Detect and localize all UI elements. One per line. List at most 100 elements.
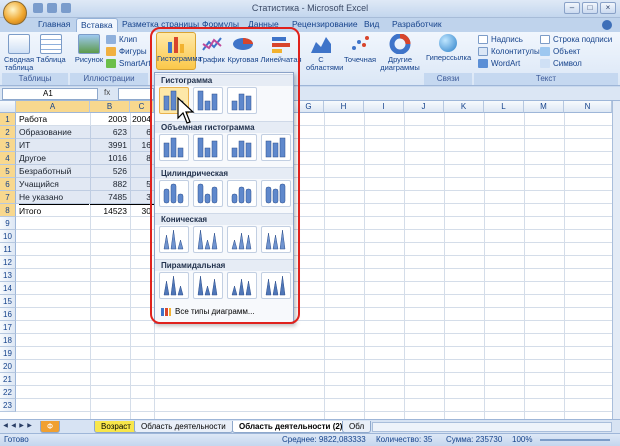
- column-header-a[interactable]: A: [16, 101, 90, 113]
- row-header[interactable]: 15: [0, 295, 16, 308]
- vertical-scrollbar[interactable]: [612, 101, 620, 419]
- row-header[interactable]: 17: [0, 321, 16, 334]
- pivot-table-button[interactable]: Сводная таблица: [4, 34, 34, 72]
- tab-formulas[interactable]: Формулы: [198, 18, 243, 32]
- tab-home[interactable]: Главная: [34, 18, 74, 32]
- office-button[interactable]: [3, 1, 27, 25]
- chart-thumbnail-pyr[interactable]: [159, 272, 189, 299]
- chart-thumbnail-pyr[interactable]: [193, 272, 223, 299]
- row-header[interactable]: 22: [0, 386, 16, 399]
- line-chart-button[interactable]: График: [198, 34, 226, 64]
- row-header[interactable]: 3: [0, 139, 16, 152]
- horizontal-scrollbar[interactable]: [372, 422, 612, 432]
- shapes-button[interactable]: Фигуры: [106, 46, 147, 57]
- next-sheet-icon[interactable]: ▶: [18, 422, 25, 431]
- close-button[interactable]: ×: [600, 2, 616, 14]
- wordart-button[interactable]: WordArt: [478, 58, 520, 69]
- column-header-c[interactable]: C: [130, 101, 154, 113]
- row-header[interactable]: 18: [0, 334, 16, 347]
- row-header[interactable]: 5: [0, 165, 16, 178]
- help-icon[interactable]: [602, 20, 612, 30]
- textbox-button[interactable]: Надпись: [478, 34, 523, 45]
- row-header[interactable]: 14: [0, 282, 16, 295]
- tab-data[interactable]: Данные: [244, 18, 283, 32]
- row-header[interactable]: 10: [0, 230, 16, 243]
- table-button[interactable]: Таблица: [36, 34, 66, 64]
- tab-page-layout[interactable]: Разметка страницы: [118, 18, 203, 32]
- column-header-j[interactable]: J: [404, 101, 444, 113]
- chart-thumbnail-box[interactable]: [227, 134, 257, 161]
- row-header[interactable]: 7: [0, 191, 16, 204]
- chart-thumbnail-cyl[interactable]: [159, 180, 189, 207]
- area-chart-button[interactable]: С областями: [306, 34, 343, 72]
- object-button[interactable]: Объект: [540, 46, 580, 57]
- maximize-button[interactable]: □: [582, 2, 598, 14]
- column-header-g[interactable]: G: [294, 101, 324, 113]
- select-all-corner[interactable]: [0, 101, 16, 113]
- row-header[interactable]: 12: [0, 256, 16, 269]
- sheet-tab-occupation-2[interactable]: Область деятельности (2): [232, 421, 350, 433]
- sheet-tab-partial[interactable]: Ф: [40, 421, 61, 433]
- column-header-b[interactable]: B: [90, 101, 130, 113]
- symbol-button[interactable]: Символ: [540, 58, 582, 69]
- column-header-m[interactable]: M: [524, 101, 564, 113]
- chart-thumbnail-box[interactable]: [261, 134, 291, 161]
- row-header[interactable]: 9: [0, 217, 16, 230]
- first-sheet-icon[interactable]: ◀: [2, 422, 9, 431]
- chart-thumbnail-cone[interactable]: [159, 226, 189, 253]
- chart-thumbnail-cone[interactable]: [227, 226, 257, 253]
- chart-thumbnail-box[interactable]: [159, 134, 189, 161]
- chart-thumbnail-pyr[interactable]: [261, 272, 291, 299]
- column-header-i[interactable]: I: [364, 101, 404, 113]
- sheet-tab-partial-2[interactable]: Обл: [342, 421, 372, 433]
- column-header-l[interactable]: L: [484, 101, 524, 113]
- histogram-button[interactable]: Гистограмма: [156, 32, 202, 70]
- fx-icon[interactable]: fx: [104, 88, 110, 97]
- hyperlink-button[interactable]: Гиперссылка: [426, 34, 471, 62]
- minimize-button[interactable]: –: [564, 2, 580, 14]
- last-sheet-icon[interactable]: ▶: [26, 422, 33, 431]
- row-header[interactable]: 8: [0, 204, 16, 217]
- row-header[interactable]: 6: [0, 178, 16, 191]
- sheet-tab-age[interactable]: Возраст: [94, 421, 138, 433]
- row-header[interactable]: 19: [0, 347, 16, 360]
- chart-thumbnail-rect[interactable]: [227, 87, 257, 114]
- chart-thumbnail-cone[interactable]: [193, 226, 223, 253]
- row-header[interactable]: 4: [0, 152, 16, 165]
- other-charts-button[interactable]: Другие диаграммы: [380, 34, 420, 72]
- row-header[interactable]: 16: [0, 308, 16, 321]
- tab-developer[interactable]: Разработчик: [388, 18, 446, 32]
- scatter-chart-button[interactable]: Точечная: [340, 34, 380, 64]
- chart-thumbnail-cyl[interactable]: [193, 180, 223, 207]
- smartart-button[interactable]: SmartArt: [106, 58, 151, 69]
- all-chart-types-link[interactable]: Все типы диаграмм...: [159, 305, 255, 319]
- row-header[interactable]: 20: [0, 360, 16, 373]
- pie-chart-button[interactable]: Круговая: [226, 34, 260, 64]
- tab-view[interactable]: Вид: [360, 18, 383, 32]
- bar-chart-button[interactable]: Линейчатая: [260, 34, 302, 64]
- chart-thumbnail-cyl[interactable]: [261, 180, 291, 207]
- worksheet-grid[interactable]: A B C D E F G H I J K L M N 1Работа20032…: [0, 101, 612, 419]
- chart-thumbnail-cyl[interactable]: [227, 180, 257, 207]
- sheet-tab-occupation[interactable]: Область деятельности: [134, 421, 233, 433]
- zoom-slider[interactable]: [540, 439, 610, 441]
- tab-insert[interactable]: Вставка: [76, 18, 118, 32]
- row-header[interactable]: 1: [0, 113, 16, 126]
- row-header[interactable]: 2: [0, 126, 16, 139]
- column-header-k[interactable]: K: [444, 101, 484, 113]
- chart-thumbnail-pyr[interactable]: [227, 272, 257, 299]
- header-footer-button[interactable]: Колонтитулы: [478, 46, 540, 57]
- column-header-n[interactable]: N: [564, 101, 612, 113]
- row-header[interactable]: 21: [0, 373, 16, 386]
- column-header-h[interactable]: H: [324, 101, 364, 113]
- chart-thumbnail-cone[interactable]: [261, 226, 291, 253]
- name-box[interactable]: A1: [2, 88, 98, 100]
- picture-button[interactable]: Рисунок: [73, 34, 105, 64]
- tab-review[interactable]: Рецензирование: [288, 18, 362, 32]
- row-header[interactable]: 13: [0, 269, 16, 282]
- row-header[interactable]: 23: [0, 399, 16, 412]
- formula-input[interactable]: [118, 88, 154, 100]
- signature-line-button[interactable]: Строка подписи: [540, 34, 612, 45]
- prev-sheet-icon[interactable]: ◀: [10, 422, 17, 431]
- clip-button[interactable]: Клип: [106, 34, 137, 45]
